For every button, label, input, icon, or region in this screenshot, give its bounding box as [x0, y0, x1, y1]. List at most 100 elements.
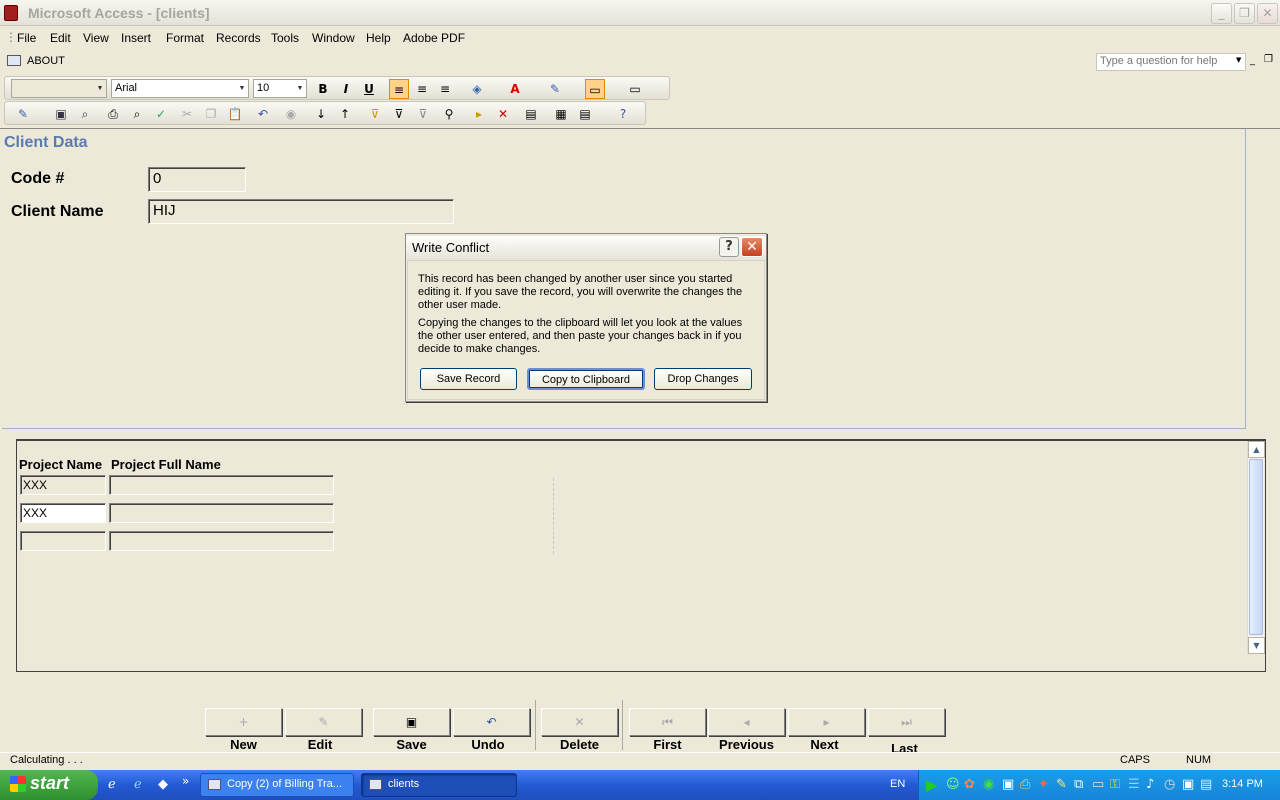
spelling-icon[interactable]: ✓: [151, 104, 171, 124]
restore-button[interactable]: ❐: [1234, 3, 1255, 24]
hyperlink-icon[interactable]: ◉: [281, 104, 301, 124]
previous-record-button[interactable]: ◂: [708, 708, 785, 736]
copy-icon[interactable]: ❐: [201, 104, 221, 124]
bold-icon[interactable]: B: [313, 79, 333, 99]
line-color-icon[interactable]: ✎: [545, 79, 565, 99]
minimize-button[interactable]: _: [1211, 3, 1232, 24]
client-name-field[interactable]: HIJ: [148, 199, 454, 224]
help-icon[interactable]: ?: [613, 104, 633, 124]
doc-minimize-button[interactable]: _: [1250, 55, 1255, 66]
access-app-icon[interactable]: [4, 5, 18, 21]
align-center-icon[interactable]: ≡: [412, 79, 432, 99]
quicklaunch-browser-icon[interactable]: ℯ: [134, 777, 142, 792]
new-button[interactable]: +: [205, 708, 282, 736]
first-record-button[interactable]: ⏮: [629, 708, 706, 736]
delete-record-icon[interactable]: ✕: [493, 104, 513, 124]
save-button[interactable]: ▣: [373, 708, 450, 736]
font-combo[interactable]: Arial ▼: [111, 79, 249, 98]
tray-printer-icon[interactable]: ⎙: [1020, 777, 1030, 792]
tray-pencil-icon[interactable]: ✎: [1056, 777, 1067, 792]
search-file-icon[interactable]: ⌕: [75, 104, 95, 124]
undo-button[interactable]: ↶: [453, 708, 530, 736]
doc-restore-button[interactable]: ❐: [1264, 54, 1273, 65]
tray-window-icon[interactable]: ⧉: [1074, 777, 1083, 792]
print-preview-icon[interactable]: ⌕: [127, 104, 147, 124]
fill-color-icon[interactable]: ◈: [467, 79, 487, 99]
edit-button[interactable]: ✎: [285, 708, 362, 736]
tray-globe-icon[interactable]: ◉: [983, 777, 994, 792]
taskbar-item-clients[interactable]: clients: [361, 773, 517, 797]
scroll-up-icon[interactable]: ▲: [1248, 441, 1265, 458]
filter-by-form-icon[interactable]: ⊽: [389, 104, 409, 124]
font-size-combo[interactable]: 10 ▼: [253, 79, 307, 98]
font-color-icon[interactable]: A: [505, 79, 525, 99]
line-width-icon[interactable]: ▭: [625, 79, 645, 99]
find-icon[interactable]: ⚲: [439, 104, 459, 124]
dialog-close-button[interactable]: ✕: [741, 237, 763, 257]
menu-format[interactable]: Format: [166, 31, 204, 45]
about-label[interactable]: ABOUT: [27, 55, 65, 67]
menu-insert[interactable]: Insert: [121, 31, 151, 45]
delete-button[interactable]: ✕: [541, 708, 618, 736]
volume-icon[interactable]: ♪: [1146, 777, 1154, 792]
messenger-icon[interactable]: ☺: [946, 777, 960, 792]
menu-edit[interactable]: Edit: [50, 31, 71, 45]
menu-file[interactable]: File: [17, 31, 36, 45]
subform-scrollbar[interactable]: ▲ ▼: [1247, 441, 1265, 654]
tray-flame-icon[interactable]: ✦: [1038, 777, 1049, 792]
quicklaunch-app-icon[interactable]: ◆: [158, 777, 168, 792]
project-full-name-cell[interactable]: [109, 531, 334, 551]
cut-icon[interactable]: ✂: [177, 104, 197, 124]
tray-app3-icon[interactable]: ▤: [1200, 777, 1212, 792]
underline-icon[interactable]: U: [359, 79, 379, 99]
copy-to-clipboard-button[interactable]: Copy to Clipboard: [527, 368, 645, 390]
quicklaunch-more-icon[interactable]: »: [182, 774, 189, 788]
view-icon[interactable]: ✎: [13, 104, 33, 124]
menu-help[interactable]: Help: [366, 31, 391, 45]
menu-view[interactable]: View: [83, 31, 109, 45]
properties-icon[interactable]: ▤: [521, 104, 541, 124]
apply-filter-icon[interactable]: ⊽: [413, 104, 433, 124]
last-record-button[interactable]: ⏭: [868, 708, 945, 736]
help-question-input[interactable]: Type a question for help: [1096, 53, 1246, 71]
tray-security-icon[interactable]: ⚿: [1110, 777, 1120, 792]
project-name-cell[interactable]: XXX: [20, 475, 106, 495]
undo-icon[interactable]: ↶: [253, 104, 273, 124]
project-name-cell[interactable]: [20, 531, 106, 551]
tray-app2-icon[interactable]: ▣: [1182, 777, 1194, 792]
clock[interactable]: 3:14 PM: [1222, 778, 1263, 790]
filter-by-selection-icon[interactable]: ⊽: [365, 104, 385, 124]
italic-icon[interactable]: I: [336, 79, 356, 99]
project-name-cell[interactable]: XXX: [20, 503, 106, 523]
align-left-icon[interactable]: ≡: [389, 79, 409, 99]
tray-app-icon[interactable]: ✿: [964, 777, 975, 792]
drop-changes-button[interactable]: Drop Changes: [654, 368, 752, 390]
menu-grip[interactable]: ⋮: [5, 30, 17, 44]
quicklaunch-ie-icon[interactable]: ℯ: [108, 777, 116, 792]
object-combo[interactable]: ▼: [11, 79, 107, 98]
scroll-thumb[interactable]: [1249, 459, 1263, 635]
menu-adobe-pdf[interactable]: Adobe PDF: [403, 31, 465, 45]
tray-network-icon[interactable]: ▣: [1002, 777, 1014, 792]
sort-descending-icon[interactable]: ↑: [335, 104, 355, 124]
menu-window[interactable]: Window: [312, 31, 355, 45]
taskbar-item-billing[interactable]: Copy (2) of Billing Tra...: [200, 773, 354, 797]
menu-records[interactable]: Records: [216, 31, 261, 45]
next-record-button[interactable]: ▸: [788, 708, 865, 736]
project-full-name-cell[interactable]: [109, 475, 334, 495]
tray-database-icon[interactable]: ☰: [1128, 777, 1140, 792]
tray-monitor-icon[interactable]: ▭: [1092, 777, 1104, 792]
menu-tools[interactable]: Tools: [271, 31, 299, 45]
scroll-down-icon[interactable]: ▼: [1248, 637, 1265, 654]
print-icon[interactable]: ⎙: [103, 104, 123, 124]
close-button[interactable]: ✕: [1257, 3, 1278, 24]
play-icon[interactable]: ▶: [926, 776, 938, 794]
new-object-icon[interactable]: ▤: [575, 104, 595, 124]
align-right-icon[interactable]: ≡: [435, 79, 455, 99]
save-icon[interactable]: ▣: [51, 104, 71, 124]
database-window-icon[interactable]: ▦: [551, 104, 571, 124]
code-field[interactable]: 0: [148, 167, 246, 192]
sort-ascending-icon[interactable]: ↓: [311, 104, 331, 124]
help-dropdown-icon[interactable]: ▼: [1236, 56, 1241, 64]
language-indicator[interactable]: EN: [890, 778, 905, 790]
